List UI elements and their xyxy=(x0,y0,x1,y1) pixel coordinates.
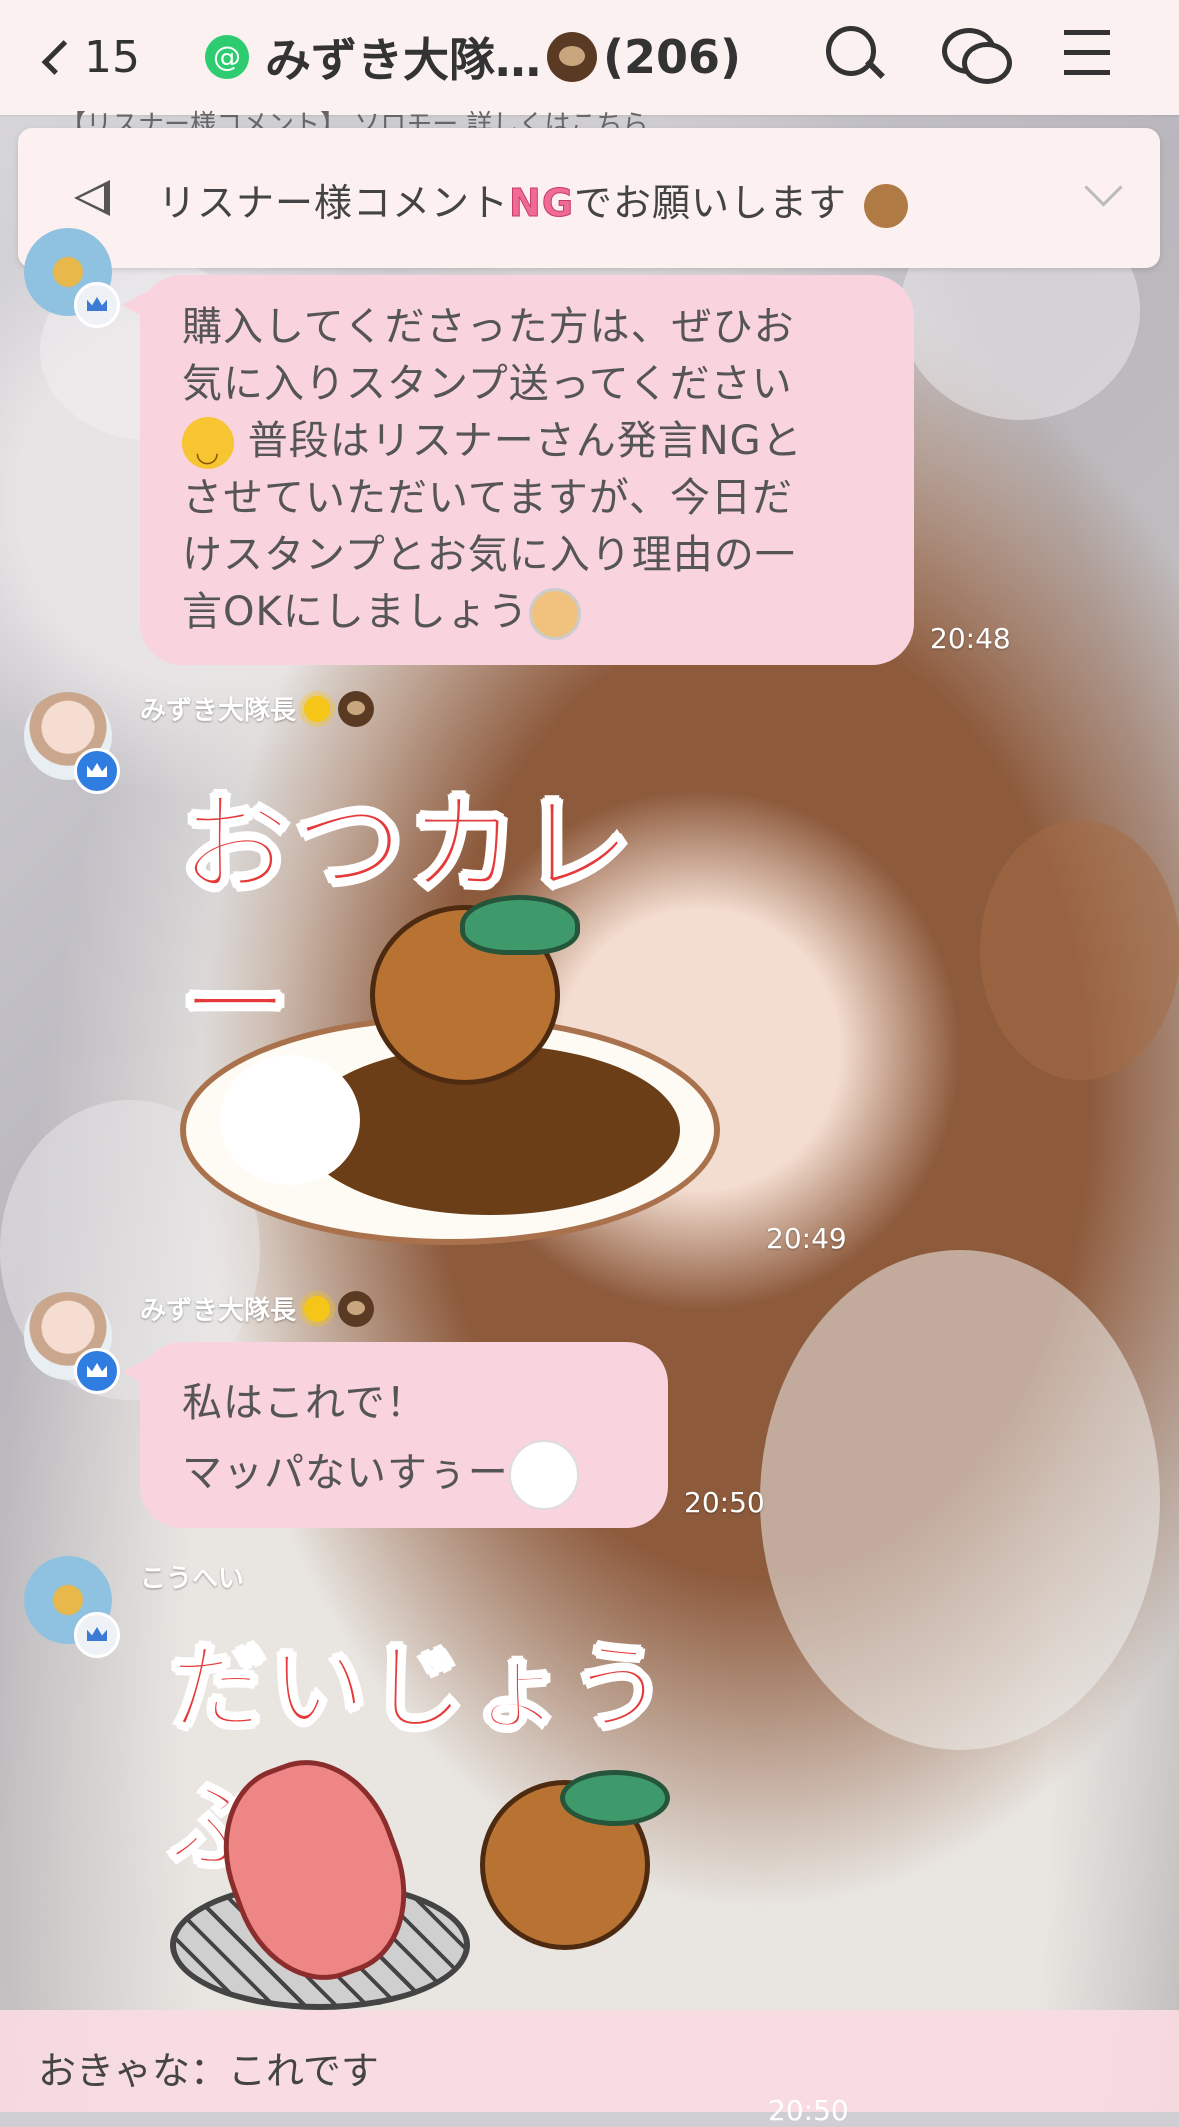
message-line: 言OKにしましょう xyxy=(182,589,529,635)
message-line: マッパないすぅー xyxy=(182,1450,509,1496)
sticker-curry[interactable]: おつカレー xyxy=(160,745,740,1255)
member-count: (206) xyxy=(603,30,742,84)
message-line: 普段はリスナーさん発言NGと xyxy=(247,418,803,464)
official-account-icon: @ xyxy=(205,35,249,79)
megaphone-icon xyxy=(68,178,118,218)
sender-name: みずき大隊長 xyxy=(140,690,375,727)
message-line: けスタンプとお気に入り理由の一 xyxy=(182,532,796,578)
chat-name: みずき大隊… xyxy=(265,33,541,87)
sticker-daijoubu[interactable]: だいじょうぶ？ xyxy=(160,1610,740,2010)
latest-message-preview[interactable]: おきゃな：これです 20:50 xyxy=(0,2010,1179,2127)
search-icon[interactable] xyxy=(820,20,890,90)
menu-icon[interactable] xyxy=(1060,20,1130,90)
crown-badge-icon xyxy=(74,1612,120,1658)
smile-emoji-icon xyxy=(182,417,234,480)
chevron-down-icon[interactable] xyxy=(1084,168,1123,207)
unread-count: 15 xyxy=(84,31,140,83)
crown-badge-icon xyxy=(74,748,120,794)
sender-name: こうへい xyxy=(140,1564,245,1594)
back-button[interactable]: 15 xyxy=(40,22,140,92)
rabbit-sticker-icon xyxy=(508,1440,579,1510)
announcement-banner[interactable]: リスナー様コメントNGでお願いします xyxy=(18,128,1160,268)
sender-name: みずき大隊長 xyxy=(140,1290,375,1327)
crown-badge-icon xyxy=(74,1348,120,1394)
message-line: 私はこれで！ xyxy=(182,1380,427,1426)
message-time: 20:49 xyxy=(766,1222,847,1255)
crown-badge-icon xyxy=(74,282,120,328)
message-time: 20:48 xyxy=(930,622,1011,655)
message-bubble[interactable]: 購入してくださった方は、ぜひお 気に入りスタンプ送ってください 普段はリスナーさ… xyxy=(122,275,914,665)
message-line: 購入してくださった方は、ぜひお xyxy=(182,304,795,350)
teddy-bear-icon xyxy=(864,183,909,228)
chat-bubbles-icon[interactable] xyxy=(940,20,1012,90)
message-bubble[interactable]: 私はこれで！ マッパないすぅー xyxy=(122,1342,668,1528)
leaf-hat xyxy=(460,895,580,955)
sloth-icon xyxy=(547,32,597,82)
announcement-peek: 【リスナー様コメント】 ソロモー 詳しくはこちら xyxy=(60,110,649,130)
chat-title[interactable]: @ みずき大隊… (206) xyxy=(205,24,741,90)
leaf-hat xyxy=(560,1770,670,1826)
sloth-icon xyxy=(338,1290,375,1327)
person-gesturing-emoji-icon xyxy=(528,588,581,640)
sloth-icon xyxy=(338,690,375,727)
preview-time: 20:50 xyxy=(768,2094,849,2127)
sun-icon xyxy=(304,1295,331,1322)
rice xyxy=(220,1055,360,1185)
message-line: させていただいてますが、今日だ xyxy=(182,475,793,521)
sun-icon xyxy=(304,695,331,722)
message-line: 気に入りスタンプ送ってください xyxy=(182,361,793,407)
announcement-text: リスナー様コメントNGでお願いします xyxy=(158,172,909,228)
chat-header: 15 @ みずき大隊… (206) xyxy=(0,0,1179,115)
message-time: 20:50 xyxy=(684,1486,765,1519)
chevron-left-icon xyxy=(41,39,77,75)
preview-text: おきゃな：これです xyxy=(38,2049,379,2093)
